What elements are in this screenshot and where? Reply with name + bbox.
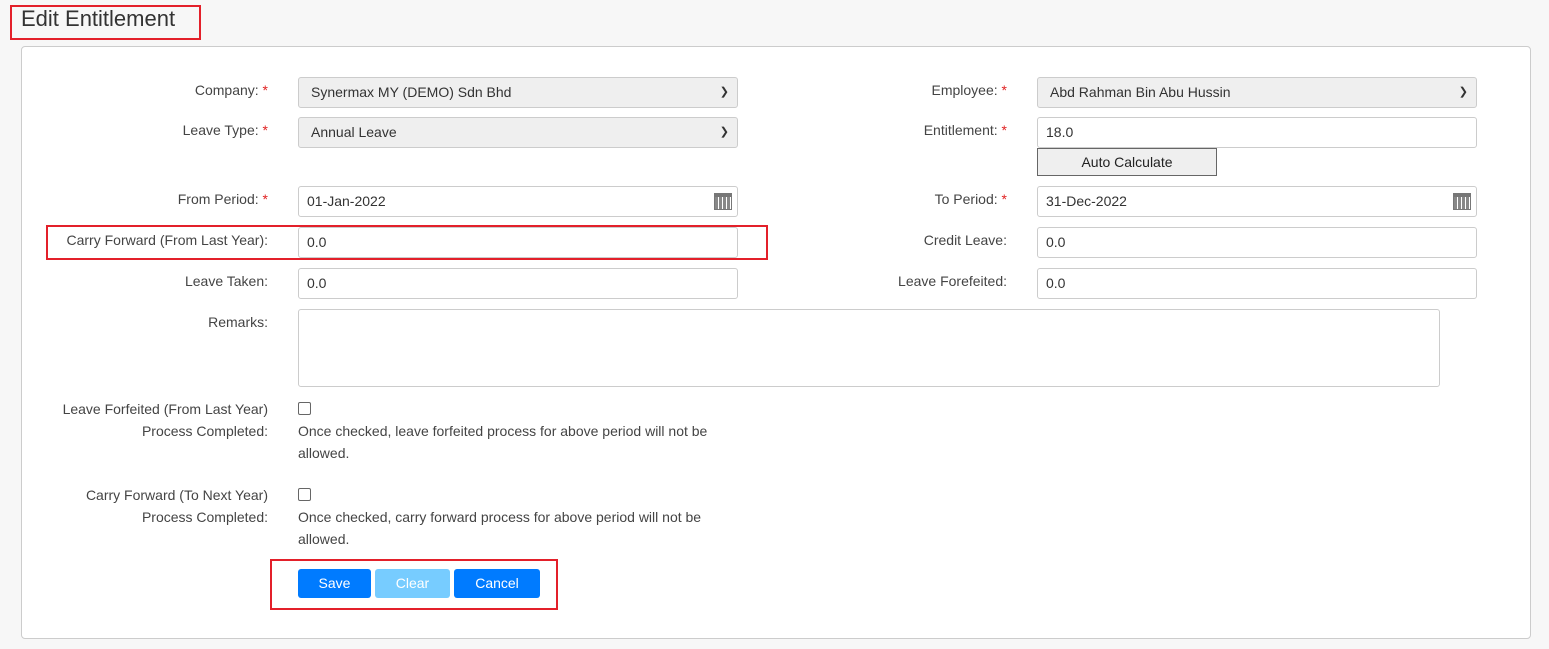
forfeit-process-label: Leave Forfeited (From Last Year) Process … <box>62 401 268 439</box>
employee-select[interactable]: Abd Rahman Bin Abu Hussin ❯ <box>1037 77 1477 108</box>
to-period-label: To Period: * <box>934 191 1007 207</box>
leave-taken-input[interactable]: 0.0 <box>298 268 738 299</box>
leave-forfeited-label: Leave Forefeited: <box>898 273 1007 289</box>
leave-type-select[interactable]: Annual Leave ❯ <box>298 117 738 148</box>
carry-process-label: Carry Forward (To Next Year) Process Comp… <box>85 487 268 525</box>
chevron-down-icon: ❯ <box>719 86 729 98</box>
auto-calculate-button[interactable]: Auto Calculate <box>1037 148 1217 176</box>
leave-taken-label: Leave Taken: <box>184 273 268 289</box>
highlight-carry-forward <box>46 225 768 260</box>
employee-label: Employee: * <box>931 82 1008 98</box>
leave-forfeited-input[interactable]: 0.0 <box>1037 268 1477 299</box>
calendar-icon[interactable] <box>1453 193 1471 210</box>
forfeit-process-note: Once checked, leave forfeited process fo… <box>298 423 708 461</box>
to-period-input[interactable]: 31-Dec-2022 <box>1037 186 1477 217</box>
chevron-down-icon: ❯ <box>719 126 729 138</box>
highlight-title <box>10 5 201 40</box>
from-period-input[interactable]: 01-Jan-2022 <box>298 186 738 217</box>
credit-leave-input[interactable]: 0.0 <box>1037 227 1477 258</box>
remarks-label: Remarks: <box>208 314 268 330</box>
carry-process-note: Once checked, carry forward process for … <box>298 509 702 547</box>
carry-process-checkbox[interactable] <box>298 488 311 501</box>
calendar-icon[interactable] <box>714 193 732 210</box>
entitlement-label: Entitlement: * <box>923 122 1007 138</box>
highlight-buttons <box>270 559 558 610</box>
remarks-textarea[interactable] <box>298 309 1440 387</box>
company-select[interactable]: Synermax MY (DEMO) Sdn Bhd ❯ <box>298 77 738 108</box>
entitlement-input[interactable]: 18.0 <box>1037 117 1477 148</box>
credit-leave-label: Credit Leave: <box>923 232 1007 248</box>
forfeit-process-checkbox[interactable] <box>298 402 311 415</box>
company-label: Company: * <box>194 82 268 98</box>
leave-type-label: Leave Type: * <box>182 122 268 138</box>
chevron-down-icon: ❯ <box>1458 86 1468 98</box>
from-period-label: From Period: * <box>177 191 268 207</box>
